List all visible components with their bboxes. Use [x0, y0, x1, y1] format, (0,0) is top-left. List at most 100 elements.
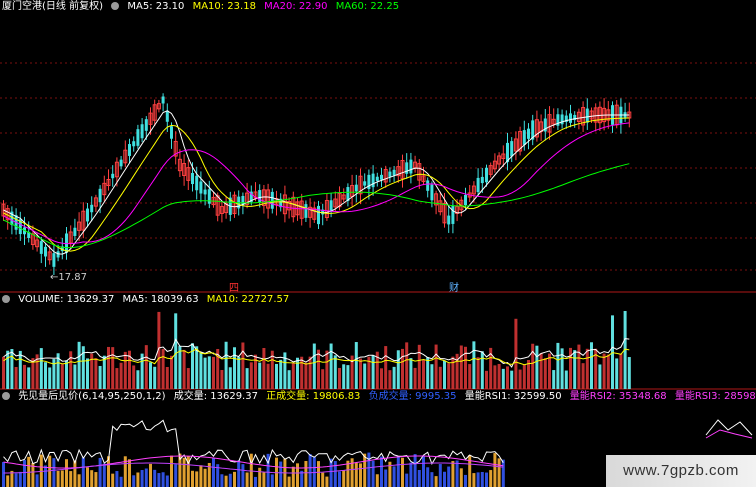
volume-bar [60, 364, 64, 389]
volume-bar [430, 364, 434, 389]
rsi2-line [3, 455, 504, 469]
indicator-bar [262, 472, 266, 487]
volume-bar [233, 347, 236, 389]
volume-bar [27, 367, 31, 389]
volume-bar [354, 342, 358, 389]
indicator-bar [270, 474, 274, 487]
volume-bar [249, 362, 253, 389]
volume-bar [346, 365, 350, 389]
indicator-bar [249, 453, 253, 487]
volume-bar [451, 356, 455, 389]
price-chart[interactable] [0, 0, 756, 293]
indicator-bar [199, 465, 203, 487]
candle-body [480, 176, 484, 184]
volume-bar [480, 351, 484, 389]
indicator-bar [81, 457, 85, 487]
volume-bar [186, 368, 190, 389]
indicator-bar [144, 468, 148, 487]
candle-body [119, 159, 123, 167]
volume-bar [405, 342, 409, 389]
volume-bar [476, 357, 480, 389]
volume-bar [438, 366, 442, 389]
volume-bar [258, 362, 262, 389]
volume-bar [510, 370, 514, 389]
indicator-bar [65, 459, 68, 487]
candle-body [476, 177, 480, 193]
volume-bar [573, 350, 577, 389]
candle-body [585, 108, 589, 123]
indicator-bar [90, 470, 94, 487]
indicator-bar [149, 463, 152, 487]
volume-bar [224, 341, 228, 389]
price-panel[interactable]: 厦门空港(日线 前复权) MA5: 23.10 MA10: 23.18 MA20… [0, 0, 756, 294]
volume-bar [413, 367, 417, 389]
indicator-bar [77, 474, 81, 487]
indicator-bar [233, 471, 236, 487]
indicator-bar [140, 470, 144, 487]
indicator-bar [241, 464, 245, 487]
volume-bar [518, 369, 522, 389]
indicator-bar [367, 452, 371, 487]
indicator-bar [417, 469, 421, 487]
volume-bar [228, 367, 232, 389]
candle-body [392, 169, 396, 176]
event-mark-red[interactable]: 四 [229, 279, 239, 294]
candle-body [161, 96, 165, 104]
candle-body [270, 191, 274, 209]
indicator-bar [497, 458, 501, 487]
volume-bar [170, 355, 173, 389]
volume-bar [417, 344, 421, 389]
indicator-bar [69, 471, 73, 487]
event-mark-blue[interactable]: 财 [449, 279, 459, 294]
indicator-bar [14, 473, 18, 487]
indicator-bar [39, 454, 43, 487]
volume-panel[interactable]: VOLUME: 13629.37 MA5: 18039.63 MA10: 227… [0, 293, 756, 390]
candle-body [258, 190, 262, 203]
volume-bar [396, 350, 400, 389]
indicator-bar [308, 454, 312, 487]
volume-bar [443, 360, 446, 389]
indicator-bar [363, 453, 367, 487]
volume-bar [212, 356, 215, 389]
indicator-bar [98, 457, 102, 487]
ma20-line [3, 122, 630, 245]
volume-chart[interactable] [0, 293, 756, 390]
volume-bar [111, 347, 115, 389]
volume-bar [548, 353, 551, 389]
indicator-bar [119, 476, 123, 487]
volume-bar [39, 348, 43, 389]
indicator-bar [333, 461, 337, 487]
indicator-bar [86, 467, 89, 487]
volume-bar [371, 355, 375, 389]
volume-bar [493, 365, 497, 389]
candle-body [569, 113, 572, 123]
volume-bar [94, 358, 98, 389]
volume-bar [459, 345, 463, 389]
indicator-bar [384, 469, 388, 487]
indicator-bar [413, 454, 417, 487]
candle-body [363, 181, 367, 186]
candle-body [485, 167, 488, 183]
volume-bar [535, 345, 539, 389]
candle-body [426, 180, 430, 191]
candle-body [132, 141, 136, 147]
indicator-bar [455, 460, 459, 487]
volume-bar [132, 365, 136, 389]
indicator-bar [115, 471, 119, 487]
volume-bar [262, 347, 266, 389]
indicator-bar [459, 468, 463, 487]
candle-body [329, 200, 333, 212]
indicator-bar [157, 473, 161, 487]
rsi1-line [3, 419, 504, 466]
indicator-bar [182, 457, 186, 487]
candle-body [128, 144, 131, 156]
indicator-bar [2, 462, 5, 487]
candle-body [98, 188, 102, 203]
volume-bar [304, 362, 308, 389]
indicator-bar [380, 456, 383, 487]
volume-bar [333, 355, 337, 389]
candle-body [195, 175, 199, 191]
candle-body [203, 189, 207, 195]
volume-bar [501, 368, 505, 389]
volume-bar [199, 352, 203, 389]
